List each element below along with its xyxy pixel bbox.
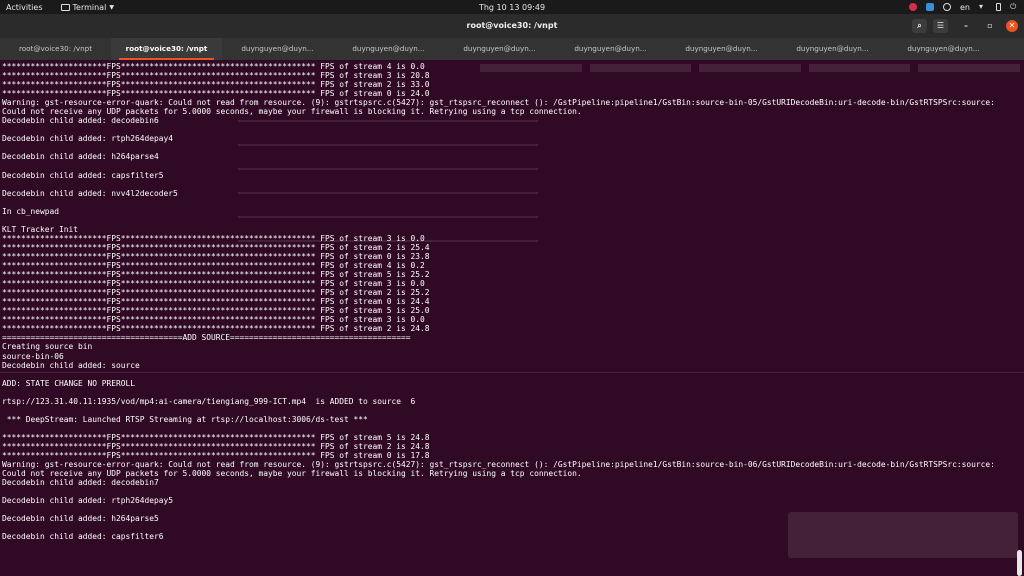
terminal-line: **********************FPS***************… bbox=[2, 80, 430, 90]
terminal-line: Could not receive any UDP packets for 5.… bbox=[2, 107, 582, 117]
terminal-line: **********************FPS***************… bbox=[2, 432, 430, 442]
terminal-line: **********************FPS***************… bbox=[2, 62, 425, 71]
chevron-down-icon: ▼ bbox=[109, 3, 114, 11]
terminal-line: **********************FPS***************… bbox=[2, 315, 425, 325]
chat-indicator-icon[interactable] bbox=[926, 3, 934, 11]
terminal-line: **********************FPS***************… bbox=[2, 270, 430, 280]
terminal-line: **********************FPS***************… bbox=[2, 279, 425, 289]
terminal-line: Decodebin child added: source bbox=[2, 360, 140, 370]
terminal-line: source-bin-06 bbox=[2, 351, 64, 361]
terminal-line: **********************FPS***************… bbox=[2, 242, 430, 252]
minimize-button[interactable]: – bbox=[959, 19, 973, 33]
tab-label: duynguyen@duyn... bbox=[352, 44, 425, 53]
terminal-line: *** DeepStream: Launched RTSP Streaming … bbox=[2, 414, 368, 424]
terminal-line: **********************FPS***************… bbox=[2, 451, 430, 461]
terminal-line: **********************FPS***************… bbox=[2, 89, 430, 99]
tab-terminal-3[interactable]: duynguyen@duyn... bbox=[222, 38, 333, 60]
terminal-line: KLT Tracker Init bbox=[2, 224, 79, 234]
maximize-button[interactable]: ▫ bbox=[983, 19, 997, 33]
tab-terminal-5[interactable]: duynguyen@duyn... bbox=[444, 38, 555, 60]
clock[interactable]: Thg 10 13 09:49 bbox=[0, 3, 1024, 12]
tab-label: duynguyen@duyn... bbox=[574, 44, 647, 53]
terminal-line: Decodebin child added: decodebin6 bbox=[2, 116, 159, 126]
tab-label: root@voice30: /vnpt bbox=[125, 44, 208, 53]
status-indicator-icon[interactable] bbox=[943, 3, 951, 11]
tab-terminal-6[interactable]: duynguyen@duyn... bbox=[555, 38, 666, 60]
tab-terminal-2[interactable]: root@voice30: /vnpt bbox=[111, 38, 222, 60]
terminal-line: **********************FPS***************… bbox=[2, 324, 430, 334]
terminal-line: Decodebin child added: decodebin7 bbox=[2, 478, 159, 488]
terminal-app-icon bbox=[60, 3, 70, 11]
terminal-line: In cb_newpad bbox=[2, 206, 60, 216]
system-tray: en ▾ ⏻ bbox=[909, 0, 1018, 14]
terminal-line: Decodebin child added: h264parse4 bbox=[2, 152, 159, 162]
tab-label: duynguyen@duyn... bbox=[241, 44, 314, 53]
terminal-line: **********************FPS***************… bbox=[2, 288, 430, 298]
tab-label: duynguyen@duyn... bbox=[685, 44, 758, 53]
power-icon[interactable]: ⏻ bbox=[1010, 3, 1018, 11]
terminal-line: **********************FPS***************… bbox=[2, 306, 430, 316]
terminal-view[interactable]: **********************FPS***************… bbox=[0, 60, 1024, 576]
terminal-scrollbar[interactable] bbox=[1017, 550, 1022, 576]
close-button[interactable]: ✕ bbox=[1006, 20, 1018, 32]
terminal-line: **********************FPS***************… bbox=[2, 71, 430, 81]
terminal-line: Could not receive any UDP packets for 5.… bbox=[2, 469, 582, 479]
tab-label: duynguyen@duyn... bbox=[796, 44, 869, 53]
hamburger-menu-button[interactable]: ☰ bbox=[933, 19, 948, 33]
tab-label: duynguyen@duyn... bbox=[907, 44, 980, 53]
terminal-line: Decodebin child added: nvv4l2decoder5 bbox=[2, 188, 178, 198]
terminal-line: Decodebin child added: rtph264depay5 bbox=[2, 496, 174, 506]
terminal-line: Decodebin child added: rtph264depay4 bbox=[2, 134, 174, 144]
tab-label: duynguyen@duyn... bbox=[463, 44, 536, 53]
wifi-icon[interactable]: ▾ bbox=[979, 3, 987, 11]
terminal-line: ======================================AD… bbox=[2, 333, 411, 343]
window-titlebar[interactable]: root@voice30: /vnpt ⌕ ☰ – ▫ ✕ bbox=[0, 14, 1024, 38]
terminal-line: Warning: gst-resource-error-quark: Could… bbox=[2, 460, 995, 470]
tab-terminal-8[interactable]: duynguyen@duyn... bbox=[777, 38, 888, 60]
window-title: root@voice30: /vnpt bbox=[466, 21, 558, 30]
terminal-output: **********************FPS***************… bbox=[2, 62, 1012, 551]
app-menu[interactable]: Terminal ▼ bbox=[60, 2, 114, 12]
tab-terminal-4[interactable]: duynguyen@duyn... bbox=[333, 38, 444, 60]
app-menu-label: Terminal bbox=[72, 2, 107, 12]
terminal-line: Warning: gst-resource-error-quark: Could… bbox=[2, 98, 995, 108]
terminal-line: **********************FPS***************… bbox=[2, 251, 430, 261]
top-panel: Activities Terminal ▼ Thg 10 13 09:49 en… bbox=[0, 0, 1024, 14]
keyboard-language-indicator[interactable]: en bbox=[960, 3, 970, 12]
terminal-line: Decodebin child added: capsfilter5 bbox=[2, 170, 164, 180]
tab-bar: root@voice30: /vnpt root@voice30: /vnpt du… bbox=[0, 38, 1024, 60]
terminal-line: **********************FPS***************… bbox=[2, 297, 430, 307]
terminal-line: ADD: STATE CHANGE NO PREROLL bbox=[2, 378, 136, 388]
tab-terminal-9[interactable]: duynguyen@duyn... bbox=[888, 38, 999, 60]
terminal-line: Decodebin child added: capsfilter6 bbox=[2, 532, 164, 542]
battery-icon[interactable] bbox=[996, 3, 1001, 11]
activities-button[interactable]: Activities bbox=[6, 3, 43, 12]
terminal-line: **********************FPS***************… bbox=[2, 233, 425, 243]
tab-terminal-1[interactable]: root@voice30: /vnpt bbox=[0, 38, 111, 60]
terminal-line: rtsp://123.31.40.11:1935/vod/mp4:ai-came… bbox=[2, 396, 416, 406]
tab-label: root@voice30: /vnpt bbox=[18, 44, 93, 53]
terminal-line: **********************FPS***************… bbox=[2, 441, 430, 451]
search-button[interactable]: ⌕ bbox=[912, 19, 927, 33]
terminal-line: Creating source bin bbox=[2, 342, 93, 352]
terminal-line: Decodebin child added: h264parse5 bbox=[2, 514, 159, 524]
terminal-line: **********************FPS***************… bbox=[2, 261, 425, 271]
tab-terminal-7[interactable]: duynguyen@duyn... bbox=[666, 38, 777, 60]
app-indicator-icon[interactable] bbox=[909, 3, 917, 11]
